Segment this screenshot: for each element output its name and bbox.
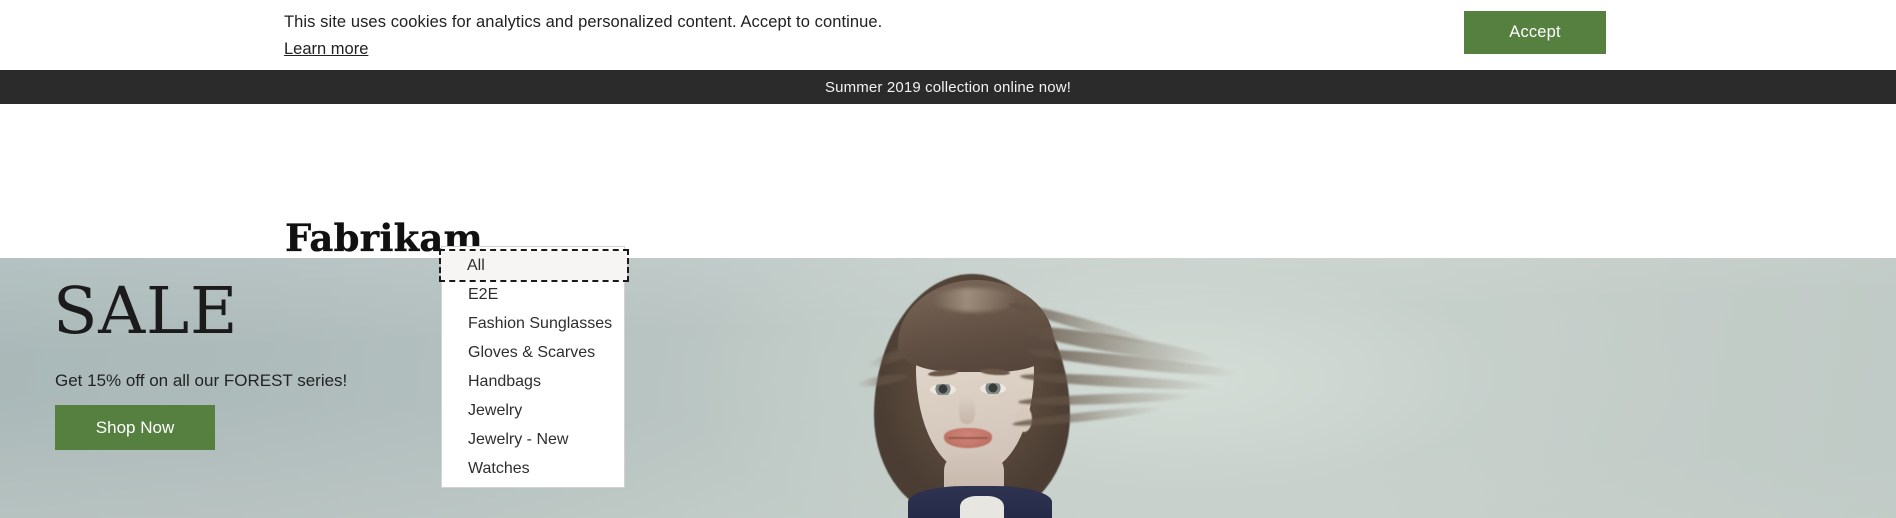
- learn-more-link[interactable]: Learn more: [284, 38, 368, 62]
- dropdown-item-watches[interactable]: Watches: [442, 454, 624, 483]
- announcement-bar: Summer 2019 collection online now!: [0, 70, 1896, 104]
- dropdown-item-jewelry-new[interactable]: Jewelry - New: [442, 425, 624, 454]
- dropdown-item-fashion-sunglasses[interactable]: Fashion Sunglasses: [442, 309, 624, 338]
- dropdown-item-e2e[interactable]: E2E: [442, 280, 624, 309]
- hero-banner: SALE Get 15% off on all our FOREST serie…: [0, 258, 1896, 518]
- accept-cookies-button[interactable]: Accept: [1464, 11, 1606, 54]
- hero-title: SALE: [53, 274, 239, 349]
- dropdown-item-gloves-scarves[interactable]: Gloves & Scarves: [442, 338, 624, 367]
- site-header: Fabrikam Search Sign in: [0, 104, 1896, 329]
- fashion-accessories-dropdown: All E2E Fashion Sunglasses Gloves & Scar…: [439, 246, 629, 488]
- cookie-consent-banner: This site uses cookies for analytics and…: [0, 0, 1896, 70]
- shop-now-button[interactable]: Shop Now: [55, 405, 215, 450]
- announcement-text: Summer 2019 collection online now!: [824, 78, 1072, 96]
- hero-portrait-image: [820, 258, 1250, 518]
- cookie-text-group: This site uses cookies for analytics and…: [284, 11, 882, 62]
- cookie-message: This site uses cookies for analytics and…: [284, 13, 883, 31]
- hero-subtitle: Get 15% off on all our FOREST series!: [55, 371, 348, 390]
- dropdown-item-jewelry[interactable]: Jewelry: [442, 396, 624, 425]
- dropdown-item-handbags[interactable]: Handbags: [442, 367, 624, 396]
- dropdown-item-all[interactable]: All: [439, 249, 629, 282]
